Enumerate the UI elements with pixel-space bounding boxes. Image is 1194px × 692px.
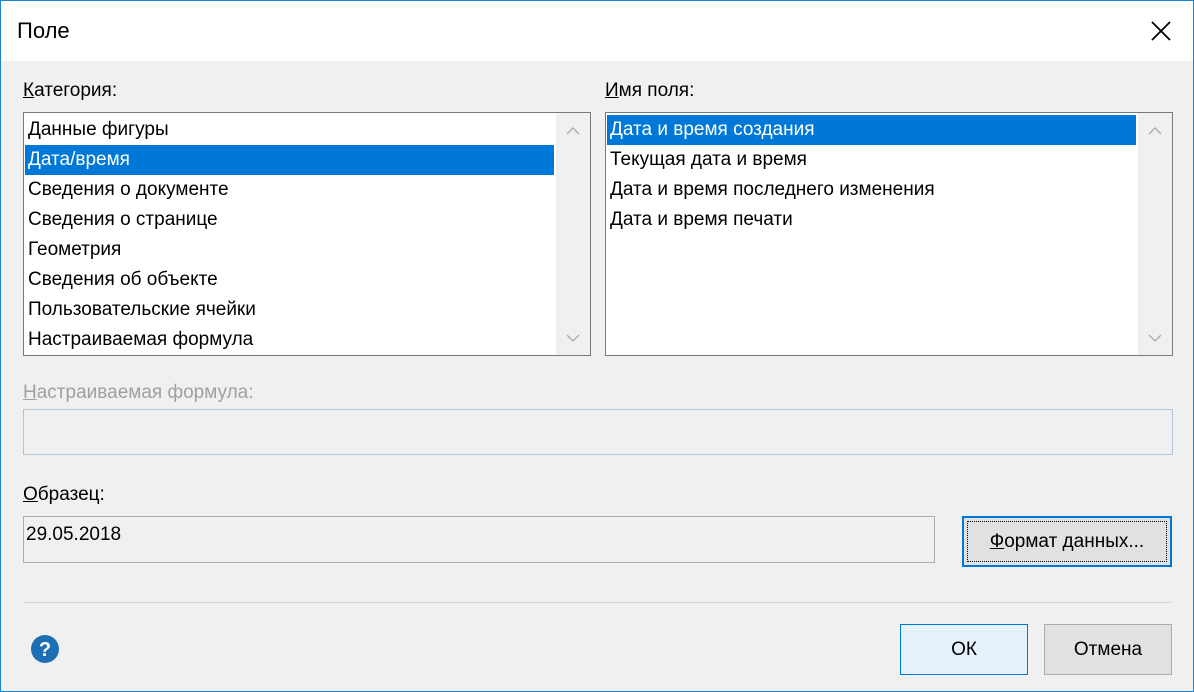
list-item[interactable]: Сведения об объекте — [25, 265, 554, 295]
custom-formula-label: Настраиваемая формула: — [23, 382, 254, 403]
field-dialog: Поле Категория: Данные фигуры Дата/время С… — [0, 0, 1194, 692]
scroll-up-button[interactable] — [1138, 113, 1172, 147]
list-item[interactable]: Сведения о странице — [25, 205, 554, 235]
scroll-down-button[interactable] — [1138, 321, 1172, 355]
list-item[interactable]: Сведения о документе — [25, 175, 554, 205]
list-item[interactable]: Данные фигуры — [25, 115, 554, 145]
sample-label: Образец: — [23, 484, 105, 505]
category-listbox[interactable]: Данные фигуры Дата/время Сведения о докуме… — [23, 112, 591, 356]
close-icon — [1151, 21, 1171, 41]
sample-value: 29.05.2018 — [26, 524, 122, 545]
cancel-label: Отмена — [1073, 638, 1143, 660]
help-icon: ? — [31, 635, 59, 663]
list-item[interactable]: Дата и время последнего изменения — [607, 175, 1136, 205]
list-item[interactable]: Текущая дата и время — [607, 145, 1136, 175]
title-bar: Поле — [1, 1, 1193, 61]
field-name-scrollbar[interactable] — [1138, 113, 1172, 355]
list-item[interactable]: Дата и время создания — [607, 115, 1136, 145]
format-data-button[interactable]: Формат данных... — [962, 516, 1172, 567]
field-name-label: Имя поля: — [605, 80, 695, 101]
svg-text:?: ? — [39, 639, 51, 661]
ok-label: ОК — [951, 638, 977, 660]
list-item[interactable]: Настраиваемая формула — [25, 325, 554, 355]
chevron-up-icon — [566, 126, 580, 135]
scroll-down-button[interactable] — [556, 321, 590, 355]
chevron-down-icon — [566, 333, 580, 342]
separator — [23, 602, 1171, 603]
sample-field: 29.05.2018 — [23, 516, 935, 563]
chevron-down-icon — [1148, 333, 1162, 342]
list-item[interactable]: Пользовательские ячейки — [25, 295, 554, 325]
category-label: Категория: — [23, 80, 118, 101]
scroll-up-button[interactable] — [556, 113, 590, 147]
chevron-up-icon — [1148, 126, 1162, 135]
focus-ring — [967, 521, 1167, 562]
cancel-button[interactable]: Отмена — [1044, 624, 1172, 675]
close-button[interactable] — [1143, 13, 1179, 49]
list-item[interactable]: Геометрия — [25, 235, 554, 265]
custom-formula-field[interactable] — [23, 409, 1173, 455]
list-item[interactable]: Дата/время — [25, 145, 554, 175]
category-scrollbar[interactable] — [556, 113, 590, 355]
dialog-title: Поле — [17, 18, 70, 43]
ok-button[interactable]: ОК — [900, 624, 1028, 675]
field-name-listbox[interactable]: Дата и время создания Текущая дата и врем… — [605, 112, 1173, 356]
help-button[interactable]: ? — [23, 625, 69, 673]
list-item[interactable]: Дата и время печати — [607, 205, 1136, 235]
